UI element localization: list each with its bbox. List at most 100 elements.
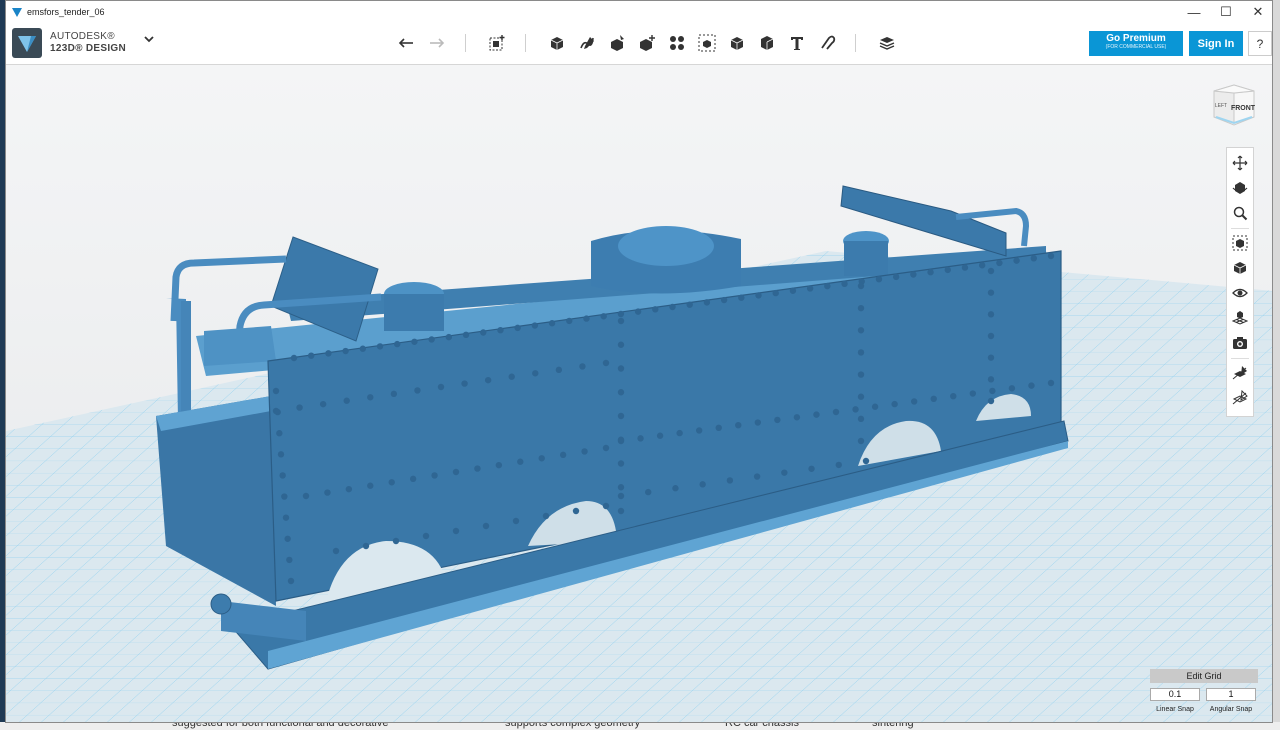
rivet: [891, 400, 898, 408]
rivet: [514, 324, 521, 332]
rivet: [715, 424, 722, 432]
rivet: [367, 482, 374, 489]
rivet: [602, 444, 610, 452]
rivet: [738, 294, 745, 301]
rivet: [390, 390, 398, 398]
rivet: [302, 492, 310, 500]
zoom-icon[interactable]: [1230, 203, 1250, 223]
rivet: [781, 469, 788, 476]
help-button[interactable]: ?: [1248, 31, 1272, 56]
rivet: [961, 264, 969, 271]
autodesk-logo-icon[interactable]: [12, 28, 42, 58]
rivet: [1030, 255, 1037, 262]
linear-snap-input[interactable]: 0.1: [1150, 688, 1200, 701]
rivet: [532, 370, 539, 377]
rivet: [645, 488, 652, 496]
grouping-icon[interactable]: [695, 31, 719, 55]
desktop-background-right: [1272, 0, 1280, 730]
grid-settings-icon[interactable]: [1230, 308, 1250, 328]
edit-grid-button[interactable]: Edit Grid: [1150, 669, 1258, 683]
sketch-icon[interactable]: [575, 31, 599, 55]
viewcube-front-label[interactable]: FRONT: [1231, 105, 1256, 112]
rivet: [862, 457, 870, 465]
rivet: [1028, 382, 1035, 389]
rivet: [517, 458, 524, 465]
rivet: [290, 354, 298, 362]
orbit-icon[interactable]: [1230, 178, 1250, 198]
rivet: [695, 427, 703, 434]
rivet: [409, 475, 417, 483]
materials-icon[interactable]: [875, 31, 899, 55]
rivet: [583, 315, 590, 322]
transform-icon[interactable]: [485, 31, 509, 55]
visibility-icon[interactable]: [1230, 283, 1250, 303]
rivet: [793, 414, 801, 421]
go-premium-button[interactable]: Go Premium (FOR COMMERCIAL USE): [1089, 31, 1183, 56]
sign-in-button[interactable]: Sign In: [1189, 31, 1243, 56]
pattern-icon[interactable]: [665, 31, 689, 55]
rivet: [279, 472, 286, 479]
rivet: [512, 517, 520, 525]
rivet: [927, 269, 934, 276]
nav-separator: [1231, 358, 1249, 359]
rivet: [367, 394, 374, 401]
rivet: [324, 489, 331, 496]
rivet: [857, 393, 865, 400]
rivet: [362, 542, 370, 550]
rivet: [852, 406, 859, 413]
angular-snap-input[interactable]: 1: [1206, 688, 1256, 701]
rivet: [720, 296, 728, 304]
minimize-button[interactable]: —: [1178, 1, 1210, 23]
rivet: [875, 275, 883, 283]
toolbar-separator: [525, 34, 526, 52]
close-button[interactable]: ✕: [1242, 1, 1272, 23]
measure-icon[interactable]: [755, 31, 779, 55]
rivet: [332, 547, 340, 555]
chevron-down-icon[interactable]: [143, 33, 155, 47]
rivet: [813, 411, 820, 418]
viewcube-left-label[interactable]: LEFT: [1215, 103, 1227, 109]
rivet: [672, 485, 679, 492]
rivet: [774, 416, 781, 424]
view-mode-icon[interactable]: [1230, 258, 1250, 278]
modify-icon[interactable]: [635, 31, 659, 55]
wireframe-render-icon[interactable]: [1230, 388, 1250, 408]
primitives-icon[interactable]: [545, 31, 569, 55]
rivet: [617, 460, 625, 467]
redo-icon[interactable]: [424, 31, 448, 55]
maximize-button[interactable]: ☐: [1210, 1, 1242, 23]
rivet: [789, 287, 797, 294]
rivet: [388, 479, 395, 486]
rivet: [617, 412, 625, 420]
camera-icon[interactable]: [1230, 333, 1250, 353]
scene-canvas[interactable]: [6, 65, 1272, 723]
rivet: [281, 493, 288, 500]
rivet: [277, 451, 285, 458]
rivet: [835, 461, 842, 469]
construct-icon[interactable]: [605, 31, 629, 55]
pan-icon[interactable]: [1230, 153, 1250, 173]
rivet: [841, 280, 848, 288]
rivet: [497, 326, 504, 334]
rivet: [559, 451, 567, 459]
app-logo-icon: [12, 8, 22, 17]
rivet: [319, 400, 327, 408]
snap-icon[interactable]: [815, 31, 839, 55]
fit-icon[interactable]: [1230, 233, 1250, 253]
rivet: [987, 289, 995, 296]
rivet: [581, 448, 588, 455]
view-cube[interactable]: FRONT LEFT: [1208, 79, 1256, 127]
rivet: [637, 435, 644, 442]
rivet: [735, 421, 742, 429]
solid-render-icon[interactable]: [1230, 363, 1250, 383]
rivet: [548, 320, 556, 327]
text-icon[interactable]: [785, 31, 809, 55]
combine-icon[interactable]: [725, 31, 749, 55]
rivet: [437, 383, 445, 391]
rivet: [531, 322, 539, 329]
undo-icon[interactable]: [395, 31, 419, 55]
rivet: [345, 485, 353, 493]
nav-separator: [1231, 228, 1249, 229]
rivet: [755, 292, 762, 299]
3d-viewport[interactable]: FRONT LEFT: [6, 65, 1272, 723]
